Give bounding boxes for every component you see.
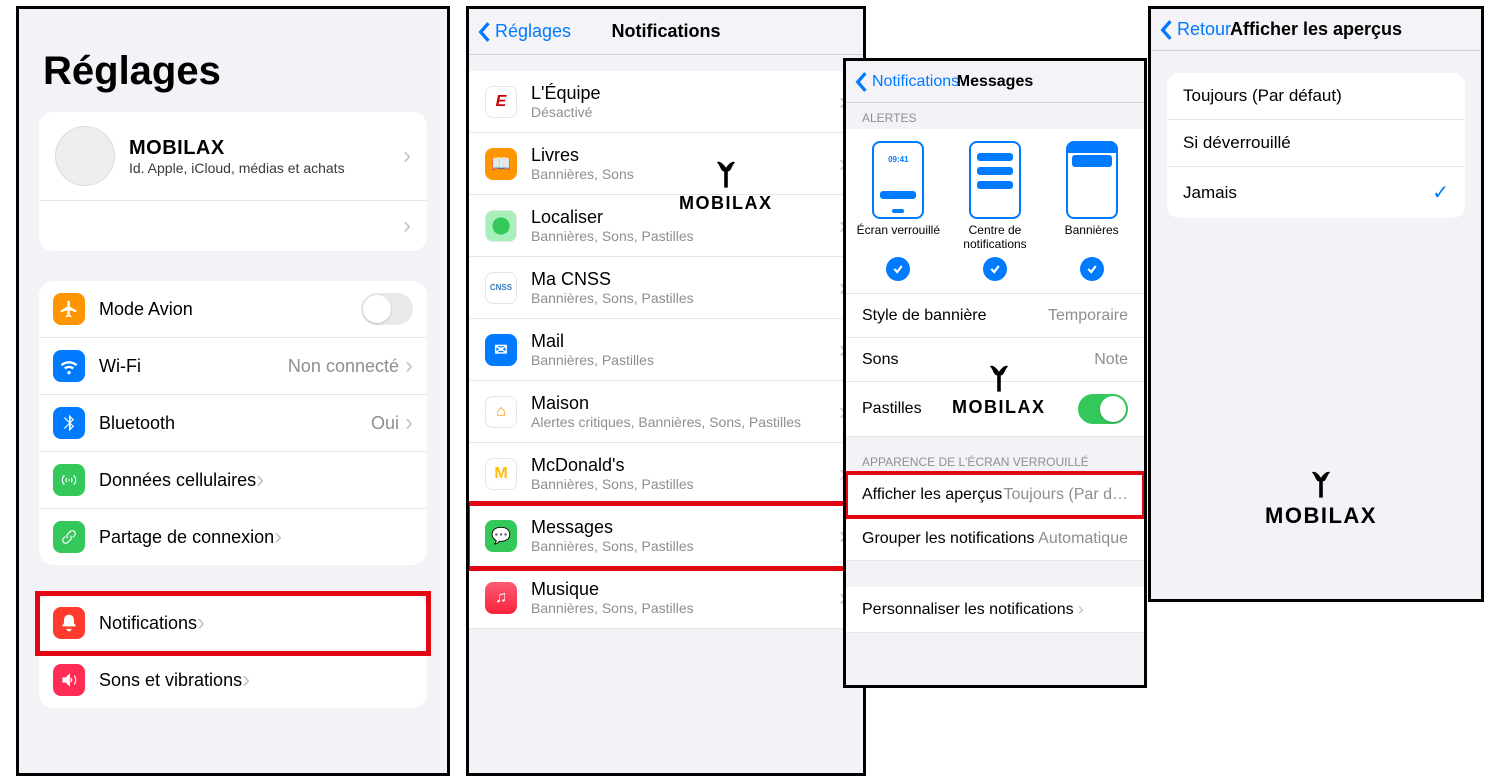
- app-row-messages[interactable]: 💬 MessagesBannières, Sons, Pastilles ›: [469, 505, 863, 567]
- preview-options-list: Toujours (Par défaut) Si déverrouillé Ja…: [1167, 73, 1465, 218]
- app-row-macnss[interactable]: CNSS Ma CNSSBannières, Sons, Pastilles ›: [469, 257, 863, 319]
- banners-icon: [1066, 141, 1118, 219]
- settings-group-notifications: Notifications › Sons et vibrations ›: [39, 595, 427, 708]
- back-button[interactable]: Notifications: [854, 71, 959, 93]
- check-notifcenter[interactable]: [983, 257, 1007, 281]
- chevron-right-icon: ›: [1078, 599, 1084, 620]
- home-icon: ⌂: [485, 396, 517, 428]
- app-row-musique[interactable]: ♫ MusiqueBannières, Sons, Pastilles ›: [469, 567, 863, 629]
- row-hotspot[interactable]: Partage de connexion ›: [39, 509, 427, 565]
- mail-icon: ✉: [485, 334, 517, 366]
- badges-toggle[interactable]: [1078, 394, 1128, 424]
- apple-id-extra-row[interactable]: ›: [39, 201, 427, 251]
- chevron-right-icon: ›: [403, 142, 411, 170]
- row-group-notifications[interactable]: Grouper les notifications Automatique: [846, 517, 1144, 561]
- lequipe-icon: E: [485, 86, 517, 118]
- messages-notifications-panel: Notifications Messages ALERTES 09:41 Écr…: [843, 58, 1147, 688]
- notifcenter-icon: [969, 141, 1021, 219]
- row-airplane-mode[interactable]: Mode Avion: [39, 281, 427, 338]
- messages-icon: 💬: [485, 520, 517, 552]
- app-row-localiser[interactable]: LocaliserBannières, Sons, Pastilles ›: [469, 195, 863, 257]
- alert-type-lockscreen[interactable]: 09:41 Écran verrouillé: [853, 141, 943, 251]
- navbar: Notifications Messages: [846, 61, 1144, 103]
- app-row-maison[interactable]: ⌂ MaisonAlertes critiques, Bannières, So…: [469, 381, 863, 443]
- music-icon: ♫: [485, 582, 517, 614]
- apple-id-card: MOBILAX Id. Apple, iCloud, médias et ach…: [39, 112, 427, 251]
- chevron-right-icon: ›: [405, 409, 413, 437]
- bell-icon: [53, 607, 85, 639]
- app-row-lequipe[interactable]: E L'ÉquipeDésactivé ›: [469, 71, 863, 133]
- notifications-panel: Réglages Notifications E L'ÉquipeDésacti…: [466, 6, 866, 776]
- settings-group-connectivity: Mode Avion Wi-Fi Non connecté › Bluetoot…: [39, 281, 427, 565]
- alert-type-banners[interactable]: Bannières: [1047, 141, 1137, 251]
- option-always[interactable]: Toujours (Par défaut): [1167, 73, 1465, 120]
- notification-apps-list: E L'ÉquipeDésactivé › 📖 LivresBannières,…: [469, 71, 863, 629]
- check-banners[interactable]: [1080, 257, 1104, 281]
- chevron-right-icon: ›: [405, 352, 413, 380]
- navbar: Retour Afficher les aperçus: [1151, 9, 1481, 51]
- account-sub: Id. Apple, iCloud, médias et achats: [129, 160, 345, 176]
- airplane-toggle[interactable]: [361, 293, 413, 325]
- findmy-icon: [485, 210, 517, 242]
- app-row-livres[interactable]: 📖 LivresBannières, Sons ›: [469, 133, 863, 195]
- avatar-icon: [55, 126, 115, 186]
- app-row-mail[interactable]: ✉ MailBannières, Pastilles ›: [469, 319, 863, 381]
- row-sounds[interactable]: Sons et vibrations ›: [39, 652, 427, 708]
- row-bluetooth[interactable]: Bluetooth Oui ›: [39, 395, 427, 452]
- back-button[interactable]: Retour: [1159, 19, 1231, 41]
- page-title: Réglages: [19, 9, 447, 112]
- antenna-icon: [53, 464, 85, 496]
- airplane-icon: [53, 293, 85, 325]
- row-cellular[interactable]: Données cellulaires ›: [39, 452, 427, 509]
- chevron-right-icon: ›: [197, 609, 205, 637]
- row-wifi[interactable]: Wi-Fi Non connecté ›: [39, 338, 427, 395]
- checkmark-icon: ✓: [1432, 180, 1449, 205]
- alerts-card: 09:41 Écran verrouillé Centre de notific…: [846, 129, 1144, 437]
- section-header-lock: APPARENCE DE L'ÉCRAN VERROUILLÉ: [846, 437, 1144, 473]
- macnss-icon: CNSS: [485, 272, 517, 304]
- row-banner-style[interactable]: Style de bannière Temporaire: [846, 294, 1144, 338]
- option-unlocked[interactable]: Si déverrouillé: [1167, 120, 1465, 167]
- mcdonalds-icon: M: [485, 458, 517, 490]
- apple-id-row[interactable]: MOBILAX Id. Apple, iCloud, médias et ach…: [39, 112, 427, 201]
- watermark: MOBILAX: [1265, 467, 1377, 529]
- link-icon: [53, 521, 85, 553]
- alert-type-notifcenter[interactable]: Centre de notifications: [950, 141, 1040, 251]
- settings-root-panel: Réglages MOBILAX Id. Apple, iCloud, médi…: [16, 6, 450, 776]
- show-previews-panel: Retour Afficher les aperçus Toujours (Pa…: [1148, 6, 1484, 602]
- check-lockscreen[interactable]: [886, 257, 910, 281]
- row-sounds[interactable]: Sons Note: [846, 338, 1144, 382]
- row-badges[interactable]: Pastilles: [846, 382, 1144, 437]
- speaker-icon: [53, 664, 85, 696]
- chevron-right-icon: ›: [274, 523, 282, 551]
- chevron-right-icon: ›: [242, 666, 250, 694]
- row-notifications[interactable]: Notifications ›: [39, 595, 427, 652]
- books-icon: 📖: [485, 148, 517, 180]
- section-header-alerts: ALERTES: [846, 103, 1144, 129]
- account-name: MOBILAX: [129, 137, 345, 160]
- nav-title: Messages: [957, 73, 1034, 91]
- wifi-icon: [53, 350, 85, 382]
- nav-title: Afficher les aperçus: [1230, 19, 1402, 40]
- nav-title: Notifications: [611, 21, 720, 42]
- row-customize-notifications[interactable]: Personnaliser les notifications ›: [846, 587, 1144, 633]
- navbar: Réglages Notifications: [469, 9, 863, 55]
- lockscreen-icon: 09:41: [872, 141, 924, 219]
- chevron-right-icon: ›: [256, 466, 264, 494]
- back-button[interactable]: Réglages: [477, 21, 571, 43]
- chevron-right-icon: ›: [403, 212, 411, 240]
- bluetooth-icon: [53, 407, 85, 439]
- option-never[interactable]: Jamais ✓: [1167, 167, 1465, 218]
- app-row-mcdonalds[interactable]: M McDonald'sBannières, Sons, Pastilles ›: [469, 443, 863, 505]
- row-show-previews[interactable]: Afficher les aperçus Toujours (Par d…: [846, 473, 1144, 517]
